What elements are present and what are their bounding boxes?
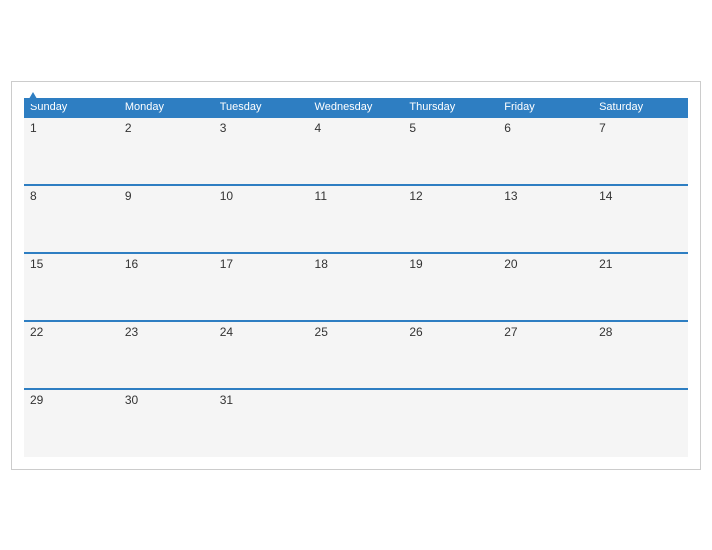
day-number: 3: [220, 121, 227, 135]
day-number: 6: [504, 121, 511, 135]
day-cell-22: 22: [24, 321, 119, 389]
day-number: 30: [125, 393, 138, 407]
day-cell-20: 20: [498, 253, 593, 321]
logo-blue-row: [24, 92, 40, 105]
calendar-tbody: 1234567891011121314151617181920212223242…: [24, 117, 688, 457]
day-cell-21: 21: [593, 253, 688, 321]
day-cell-16: 16: [119, 253, 214, 321]
day-number: 25: [315, 325, 328, 339]
calendar: SundayMondayTuesdayWednesdayThursdayFrid…: [11, 81, 701, 470]
day-number: 7: [599, 121, 606, 135]
day-cell-25: 25: [309, 321, 404, 389]
day-number: 19: [409, 257, 422, 271]
day-number: 11: [315, 189, 327, 203]
week-row-4: 22 23 24 25 26 27 28: [24, 321, 688, 389]
day-cell-31: 31: [214, 389, 309, 457]
empty-cell: [593, 389, 688, 457]
day-cell-18: 18: [309, 253, 404, 321]
calendar-thead: SundayMondayTuesdayWednesdayThursdayFrid…: [24, 98, 688, 117]
day-number: 4: [315, 121, 322, 135]
week-row-1: 1 2 3 4 5 6 7: [24, 117, 688, 185]
weekday-header-monday: Monday: [119, 98, 214, 117]
weekday-header-tuesday: Tuesday: [214, 98, 309, 117]
day-cell-13: 13: [498, 185, 593, 253]
day-cell-10: 10: [214, 185, 309, 253]
day-cell-12: 12: [403, 185, 498, 253]
day-number: 24: [220, 325, 233, 339]
weekday-header-wednesday: Wednesday: [309, 98, 404, 117]
day-cell-30: 30: [119, 389, 214, 457]
logo: [24, 92, 40, 105]
day-number: 5: [409, 121, 416, 135]
day-number: 27: [504, 325, 517, 339]
day-number: 9: [125, 189, 132, 203]
day-number: 28: [599, 325, 612, 339]
day-cell-6: 6: [498, 117, 593, 185]
day-cell-4: 4: [309, 117, 404, 185]
day-number: 18: [315, 257, 328, 271]
day-number: 13: [504, 189, 517, 203]
day-number: 31: [220, 393, 233, 407]
day-number: 16: [125, 257, 138, 271]
day-cell-14: 14: [593, 185, 688, 253]
day-cell-5: 5: [403, 117, 498, 185]
day-cell-9: 9: [119, 185, 214, 253]
day-cell-1: 1: [24, 117, 119, 185]
day-cell-3: 3: [214, 117, 309, 185]
day-number: 23: [125, 325, 138, 339]
empty-cell: [403, 389, 498, 457]
day-number: 14: [599, 189, 612, 203]
day-number: 12: [409, 189, 422, 203]
day-cell-8: 8: [24, 185, 119, 253]
day-number: 8: [30, 189, 37, 203]
day-cell-15: 15: [24, 253, 119, 321]
empty-cell: [309, 389, 404, 457]
empty-cell: [498, 389, 593, 457]
logo-triangle-icon: [26, 92, 40, 104]
week-row-5: 29 30 31: [24, 389, 688, 457]
day-number: 26: [409, 325, 422, 339]
day-number: 21: [599, 257, 612, 271]
week-row-2: 8 9 10 11 12 13 14: [24, 185, 688, 253]
day-number: 17: [220, 257, 233, 271]
day-cell-2: 2: [119, 117, 214, 185]
day-cell-23: 23: [119, 321, 214, 389]
day-number: 1: [30, 121, 37, 135]
day-cell-29: 29: [24, 389, 119, 457]
day-number: 10: [220, 189, 233, 203]
day-cell-7: 7: [593, 117, 688, 185]
day-cell-26: 26: [403, 321, 498, 389]
weekday-header-friday: Friday: [498, 98, 593, 117]
weekday-header-thursday: Thursday: [403, 98, 498, 117]
day-cell-28: 28: [593, 321, 688, 389]
day-cell-19: 19: [403, 253, 498, 321]
day-number: 20: [504, 257, 517, 271]
day-cell-17: 17: [214, 253, 309, 321]
weekday-header-row: SundayMondayTuesdayWednesdayThursdayFrid…: [24, 98, 688, 117]
day-number: 22: [30, 325, 43, 339]
weekday-header-saturday: Saturday: [593, 98, 688, 117]
day-number: 29: [30, 393, 43, 407]
day-cell-27: 27: [498, 321, 593, 389]
calendar-table: SundayMondayTuesdayWednesdayThursdayFrid…: [24, 98, 688, 457]
day-number: 15: [30, 257, 43, 271]
day-cell-11: 11: [309, 185, 404, 253]
day-cell-24: 24: [214, 321, 309, 389]
day-number: 2: [125, 121, 132, 135]
week-row-3: 15 16 17 18 19 20 21: [24, 253, 688, 321]
